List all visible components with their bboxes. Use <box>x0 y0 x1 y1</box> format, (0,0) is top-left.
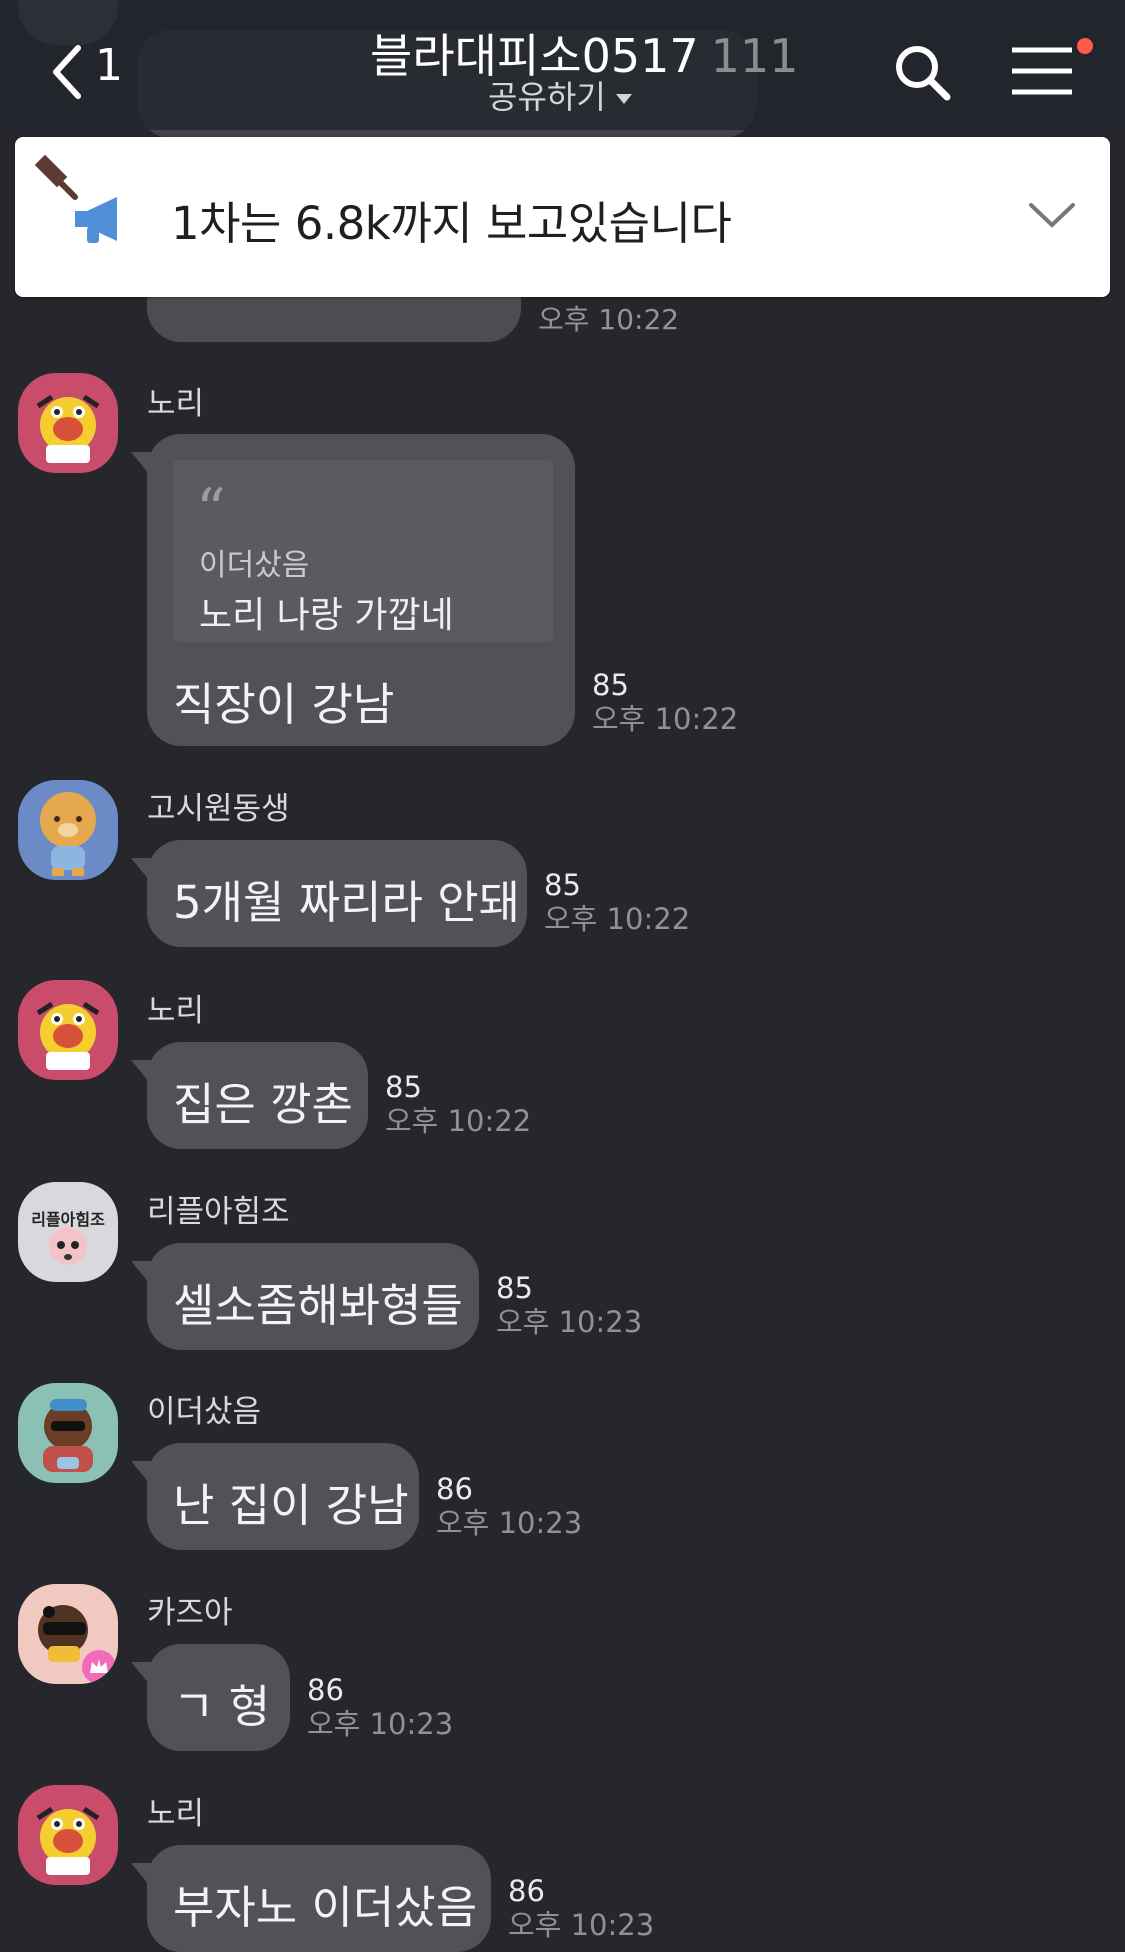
message-bubble[interactable]: “ 이더샀음 노리 나랑 가깝네 직장이 강남 <box>131 434 575 746</box>
unread-count: 85 <box>496 1271 533 1305</box>
lion-icon <box>18 780 118 880</box>
sender-name: 노리 <box>147 993 205 1029</box>
quoted-message[interactable]: “ 이더샀음 노리 나랑 가깝네 <box>173 460 553 642</box>
bubble-tail <box>131 452 159 486</box>
message-time: 오후 10:23 <box>307 1707 454 1741</box>
message-text: 직장이 강남 <box>173 678 395 731</box>
message-time: 오후 10:23 <box>508 1908 655 1942</box>
message-time: 오후 10:22 <box>385 1104 532 1138</box>
megaphone-icon <box>75 197 117 243</box>
bubble-tail <box>131 1461 159 1495</box>
sender-name: 노리 <box>147 1796 205 1832</box>
message-text: 셀소좀해봐형들 <box>173 1279 463 1332</box>
message-time: 오후 10:23 <box>436 1506 583 1540</box>
message-bubble[interactable]: ㄱ 형 <box>131 1644 290 1751</box>
avatar[interactable] <box>18 1785 118 1885</box>
unread-count: 85 <box>592 668 629 702</box>
message-bubble[interactable]: 부자노 이더샀음 <box>131 1845 491 1952</box>
message-text: ㄱ 형 <box>173 1680 271 1733</box>
avatar[interactable] <box>18 1383 118 1483</box>
avatar[interactable] <box>18 373 118 473</box>
quoted-author: 이더샀음 <box>199 548 310 583</box>
message-text: 난 집이 강남 <box>173 1479 409 1532</box>
bubble-tail <box>131 1261 159 1295</box>
bubble-tail <box>131 1863 159 1897</box>
notification-dot <box>1077 38 1093 54</box>
bubble-tail <box>131 858 159 892</box>
caret-down-icon <box>615 94 632 104</box>
bubble-tail <box>131 1662 159 1696</box>
message-text: 5개월 짜리라 안돼 <box>173 876 521 929</box>
message-bubble[interactable]: 집은 깡촌 <box>131 1042 368 1149</box>
avatar[interactable] <box>18 980 118 1080</box>
avatar[interactable] <box>18 1584 118 1684</box>
sender-name: 이더샀음 <box>147 1394 262 1430</box>
message-meta: 85 오후 10:23 <box>496 1271 642 1339</box>
message-meta: 85 오후 10:22 <box>544 868 690 936</box>
chevron-down-icon[interactable] <box>1027 197 1077 233</box>
yellow-cheering-icon <box>18 373 118 473</box>
crown-icon <box>82 1650 116 1684</box>
notice-text: 1차는 6.8k까지 보고있습니다 <box>171 197 732 250</box>
avatar[interactable]: 리플아힘조 <box>18 1182 118 1282</box>
unread-count: 85 <box>544 868 581 902</box>
message-time: 오후 10:22 <box>544 902 691 936</box>
unread-room-count[interactable]: 1 <box>95 40 123 91</box>
avatar-caption: 리플아힘조 <box>31 1210 105 1229</box>
unread-count: 86 <box>436 1472 473 1506</box>
message-bubble[interactable]: 셀소좀해봐형들 <box>131 1243 479 1350</box>
message-meta: 86 오후 10:23 <box>436 1472 582 1540</box>
sender-name: 카즈아 <box>147 1595 233 1631</box>
message-bubble[interactable]: 난 집이 강남 <box>131 1443 419 1550</box>
pinned-notice[interactable]: 1차는 6.8k까지 보고있습니다 <box>15 137 1110 297</box>
partial-message-time: 오후 10:22 <box>538 303 680 336</box>
message-meta: 86 오후 10:23 <box>508 1874 654 1942</box>
quote-icon: “ <box>196 476 226 544</box>
unread-count: 86 <box>508 1874 545 1908</box>
yellow-cheering-icon <box>18 980 118 1080</box>
sunglasses-character-icon <box>18 1383 118 1483</box>
message-bubble[interactable]: 5개월 짜리라 안돼 <box>131 840 527 947</box>
bubble-tail <box>131 1060 159 1094</box>
unread-count: 86 <box>307 1673 344 1707</box>
sender-name: 고시원동생 <box>147 791 290 827</box>
sender-name: 리플아힘조 <box>147 1194 290 1230</box>
sender-name: 노리 <box>147 386 205 422</box>
message-time: 오후 10:22 <box>592 702 739 736</box>
member-count: 111 <box>710 29 799 83</box>
message-text: 부자노 이더샀음 <box>173 1881 478 1934</box>
share-label: 공유하기 <box>488 78 606 116</box>
quoted-text: 노리 나랑 가깝네 <box>199 595 454 636</box>
avatar[interactable] <box>18 780 118 880</box>
chat-header: 1 블라대피소0517 111 공유하기 <box>0 0 1125 130</box>
search-icon[interactable] <box>892 42 954 104</box>
unread-count: 85 <box>385 1070 422 1104</box>
yellow-cheering-icon <box>18 1785 118 1885</box>
message-meta: 85 오후 10:22 <box>385 1070 531 1138</box>
share-dropdown[interactable]: 공유하기 <box>488 72 632 118</box>
message-text: 집은 깡촌 <box>173 1078 353 1131</box>
message-time: 오후 10:23 <box>496 1305 643 1339</box>
menu-icon[interactable] <box>1010 46 1074 96</box>
message-meta: 85 오후 10:22 <box>592 668 738 736</box>
peach-icon <box>18 1182 118 1282</box>
message-meta: 86 오후 10:23 <box>307 1673 453 1741</box>
